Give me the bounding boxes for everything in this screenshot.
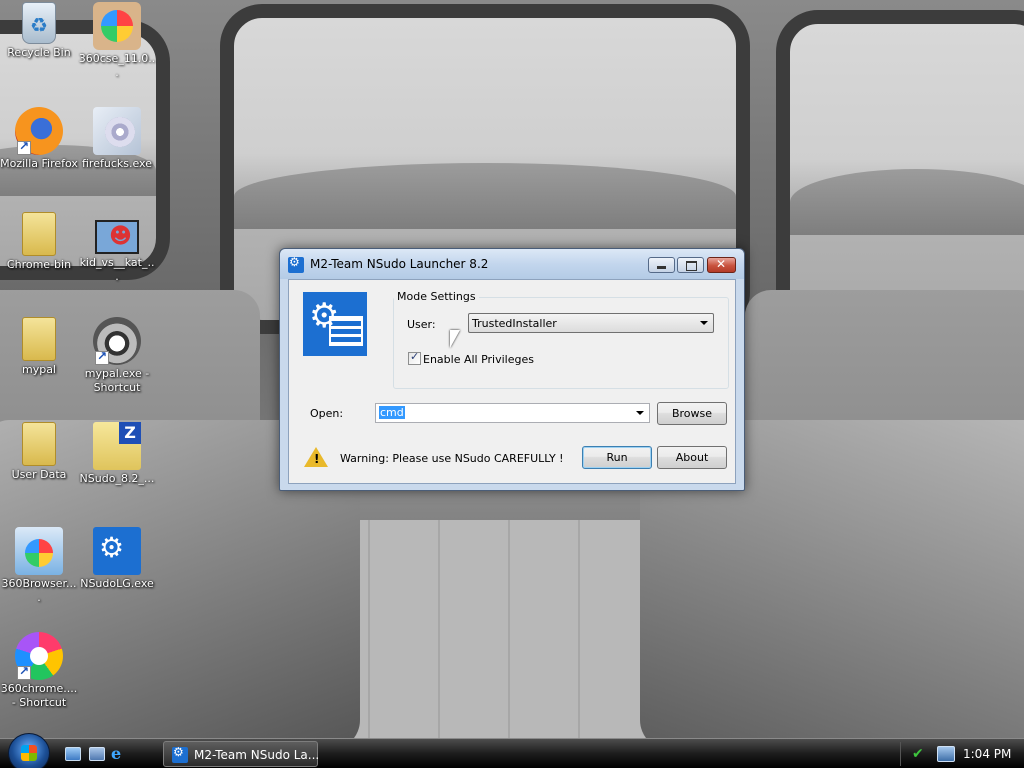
maximize-button[interactable] — [677, 257, 704, 273]
360chrome-icon — [15, 632, 63, 680]
nsudo-icon — [93, 527, 141, 575]
close-button[interactable] — [707, 257, 736, 273]
desktop-icon-label: 360chrome.... - Shortcut — [0, 682, 78, 709]
user-label: User: — [407, 318, 436, 331]
chevron-down-icon[interactable] — [636, 411, 644, 415]
desktop-icon-label: Mozilla Firefox — [0, 157, 78, 170]
desktop-icon-user-data[interactable]: User Data — [0, 422, 78, 482]
desktop-icon-label: kid_vs__kat_... — [79, 256, 155, 283]
cd-installer-icon — [93, 107, 141, 155]
desktop-icon-kid-vs-kat[interactable]: kid_vs__kat_... — [78, 212, 156, 284]
desktop-icon-firefucks[interactable]: firefucks.exe — [78, 107, 156, 171]
recycle-bin-icon — [22, 2, 56, 44]
desktop-icon-mypal-shortcut[interactable]: mypal.exe - Shortcut — [78, 317, 156, 395]
desktop-icon-label: User Data — [11, 468, 67, 481]
user-dropdown[interactable]: TrustedInstaller — [468, 313, 714, 333]
desktop-icon-nsudo-zip[interactable]: NSudo_8.2_... — [78, 422, 156, 486]
start-button[interactable] — [8, 733, 50, 768]
run-button[interactable]: Run — [582, 446, 652, 469]
nsudo-logo-icon — [303, 292, 367, 356]
desktop-icon-firefox[interactable]: Mozilla Firefox — [0, 107, 78, 171]
folder-icon — [22, 212, 56, 256]
system-clock[interactable]: 1:04 PM — [963, 747, 1011, 761]
desktop-icon-label: 360cse_11.0... — [78, 52, 156, 79]
desktop-icon-chrome-bin[interactable]: Chrome-bin — [0, 212, 78, 272]
image-file-icon — [95, 220, 139, 254]
show-desktop-icon[interactable] — [65, 747, 81, 761]
zip-archive-icon — [93, 422, 141, 470]
360cse-installer-icon — [93, 2, 141, 50]
desktop-icon-label: NSudo_8.2_... — [79, 472, 155, 485]
window-title: M2-Team NSudo Launcher 8.2 — [310, 257, 489, 271]
desktop-icon-recycle-bin[interactable]: Recycle Bin — [0, 2, 78, 60]
desktop-icon-label: mypal.exe - Shortcut — [84, 367, 150, 394]
chevron-down-icon — [700, 321, 708, 325]
taskbar: e M2-Team NSudo La... ✔ 1:04 PM — [0, 733, 1024, 768]
folder-icon — [22, 317, 56, 361]
raccoon-icon — [93, 317, 141, 365]
mode-settings-groupbox — [393, 297, 729, 389]
user-dropdown-value: TrustedInstaller — [472, 317, 557, 330]
window-titlebar[interactable]: M2-Team NSudo Launcher 8.2 — [280, 249, 744, 279]
desktop-icon-mypal-folder[interactable]: mypal — [0, 317, 78, 377]
desktop-icon-360chrome[interactable]: 360chrome.... - Shortcut — [0, 632, 78, 710]
desktop-icon-label: mypal — [21, 363, 56, 376]
nsudo-launcher-window: M2-Team NSudo Launcher 8.2 Mode Settings… — [279, 248, 745, 491]
switch-windows-icon[interactable] — [89, 747, 105, 761]
desktop-icon-nsudolg[interactable]: NSudoLG.exe — [78, 527, 156, 591]
tray-divider — [900, 742, 901, 766]
internet-explorer-icon[interactable]: e — [111, 746, 127, 762]
desktop-icon-360cse[interactable]: 360cse_11.0... — [78, 2, 156, 80]
open-command-input[interactable]: cmd — [375, 403, 650, 423]
warning-icon — [304, 447, 328, 467]
desktop-icon-label: NSudoLG.exe — [80, 577, 154, 590]
mouse-cursor-icon — [450, 330, 460, 348]
mode-settings-title: Mode Settings — [394, 290, 479, 303]
enable-all-privileges-checkbox[interactable] — [408, 350, 421, 365]
warning-text: Warning: Please use NSudo CAREFULLY ! — [340, 452, 564, 465]
dialog-client-area: Mode Settings User: TrustedInstaller Ena… — [288, 279, 736, 484]
taskbar-button-nsudo[interactable]: M2-Team NSudo La... — [163, 741, 320, 767]
network-icon[interactable] — [937, 746, 955, 762]
desktop-icon-label: firefucks.exe — [82, 157, 152, 170]
nsudo-app-icon — [288, 255, 304, 273]
taskbar-button-label: M2-Team NSudo La... — [194, 748, 320, 762]
desktop-icon-360browser[interactable]: 360Browser.... — [0, 527, 78, 605]
shortcut-arrow-icon — [95, 349, 109, 365]
shortcut-arrow-icon — [17, 139, 31, 155]
enable-all-privileges-label[interactable]: Enable All Privileges — [423, 353, 534, 366]
about-button[interactable]: About — [657, 446, 727, 469]
firefox-icon — [15, 107, 63, 155]
360browser-installer-icon — [15, 527, 63, 575]
desktop-icon-label: 360Browser.... — [1, 577, 77, 604]
safely-remove-hardware-icon[interactable]: ✔ — [912, 746, 930, 762]
folder-icon — [22, 422, 56, 466]
nsudo-app-icon — [172, 745, 188, 763]
desktop-icon-label: Recycle Bin — [7, 46, 71, 59]
open-label: Open: — [310, 407, 344, 420]
browse-button[interactable]: Browse — [657, 402, 727, 425]
minimize-button[interactable] — [648, 257, 675, 273]
open-command-value: cmd — [379, 406, 405, 419]
shortcut-arrow-icon — [17, 664, 31, 680]
desktop-icon-label: Chrome-bin — [6, 258, 72, 271]
